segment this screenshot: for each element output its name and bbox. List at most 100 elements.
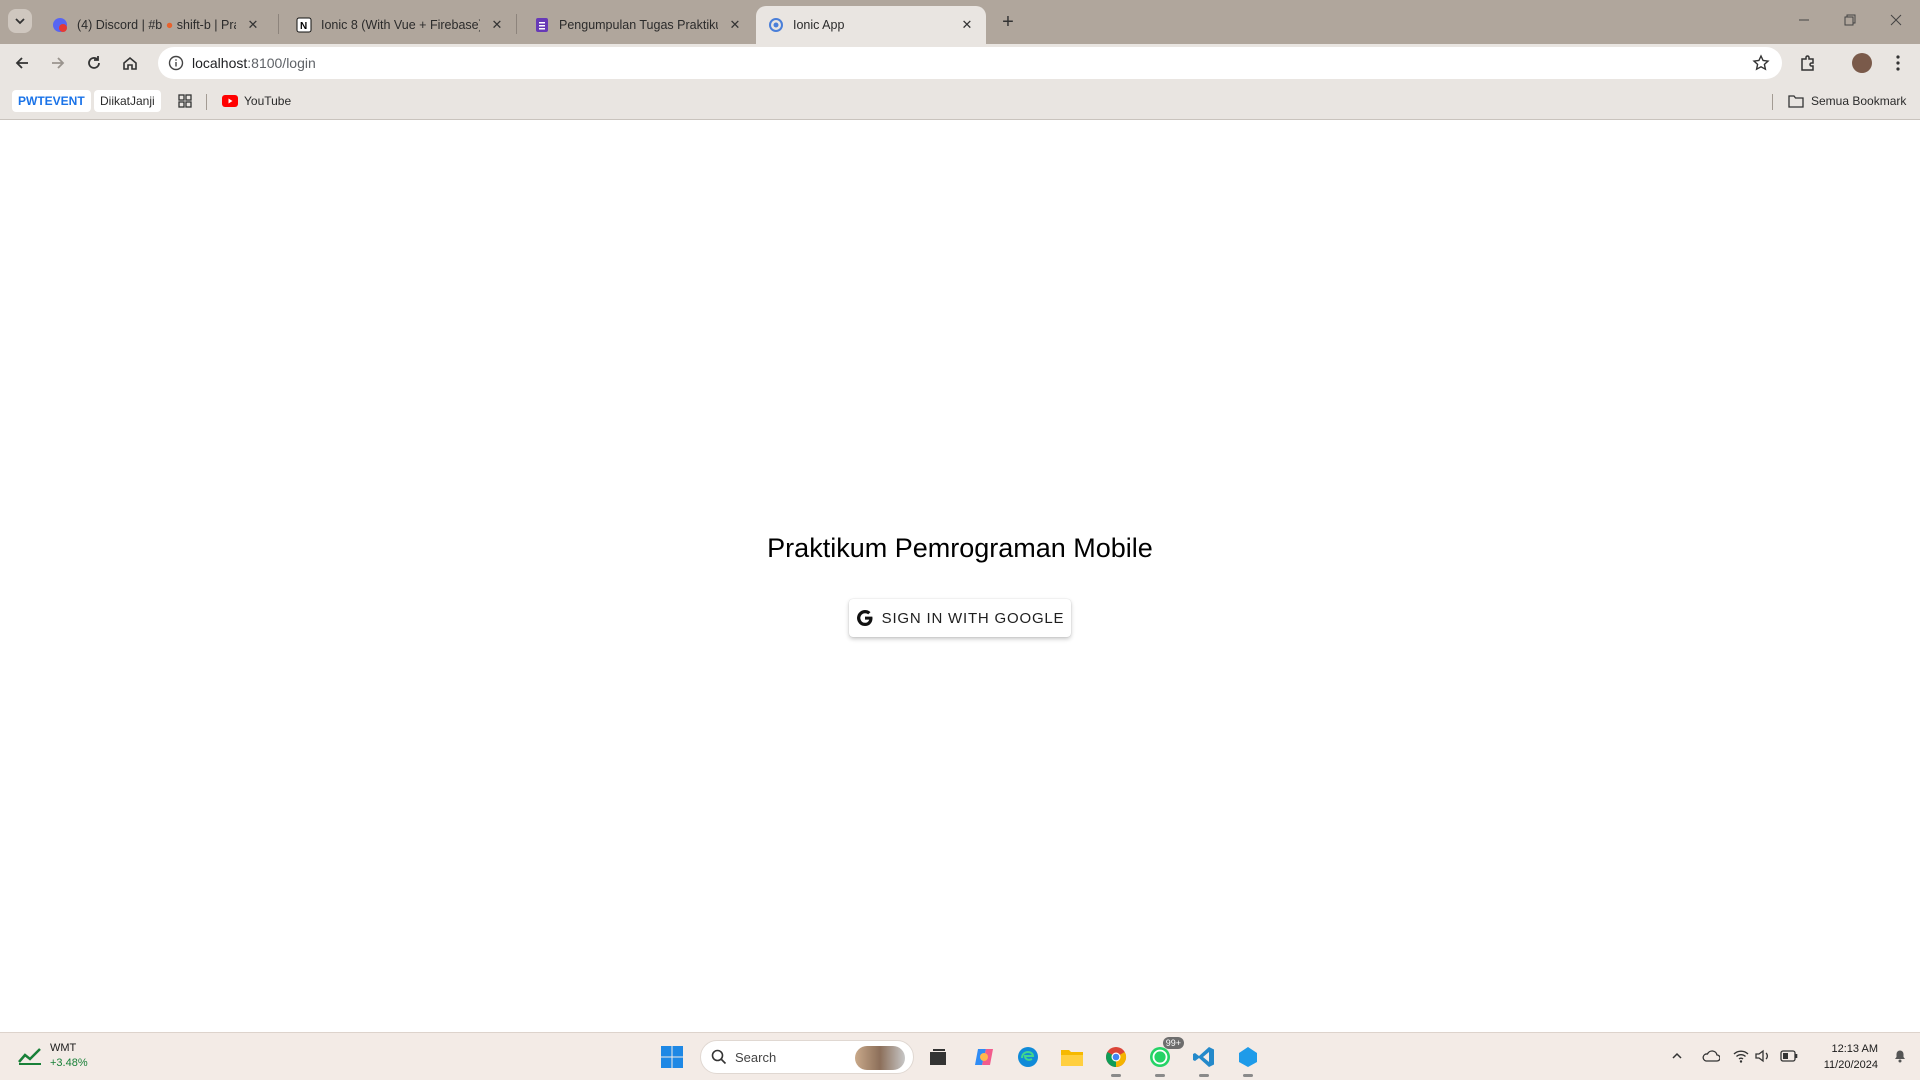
- sign-in-google-button[interactable]: SIGN IN WITH GOOGLE: [849, 599, 1071, 637]
- tab-title: Pengumpulan Tugas Praktikum: [559, 18, 718, 32]
- windows-taskbar: WMT +3.48% Search 99+ 12:13 AM 11/20/202…: [0, 1032, 1920, 1080]
- whatsapp-button[interactable]: 99+: [1146, 1037, 1184, 1077]
- tab-pengumpulan[interactable]: Pengumpulan Tugas Praktikum ✕: [522, 6, 754, 44]
- bookmark-star-icon[interactable]: [1752, 54, 1770, 72]
- task-view-icon: [930, 1049, 946, 1065]
- app-icon: [1239, 1047, 1257, 1067]
- copilot-icon: [975, 1049, 993, 1065]
- wifi-button[interactable]: [1732, 1047, 1750, 1065]
- new-tab-button[interactable]: +: [996, 10, 1020, 34]
- search-placeholder: Search: [735, 1050, 777, 1065]
- address-bar[interactable]: localhost:8100/login: [158, 47, 1782, 79]
- restore-button[interactable]: [1836, 8, 1864, 32]
- all-bookmarks-button[interactable]: Semua Bookmark: [1782, 90, 1912, 112]
- back-button[interactable]: [10, 51, 34, 75]
- apps-button[interactable]: [172, 90, 198, 112]
- tab-ionic-app[interactable]: Ionic App ✕: [756, 6, 986, 44]
- running-indicator: [1199, 1074, 1209, 1077]
- forms-icon: [534, 17, 550, 33]
- tab-title-extra: shift-b | Prakt: [176, 18, 236, 32]
- tab-discord[interactable]: (4) Discord | #b ● shift-b | Prakt ✕: [40, 6, 272, 44]
- puzzle-icon: [1801, 55, 1814, 71]
- tab-search-button[interactable]: [8, 9, 32, 33]
- bookmark-divider: [1772, 94, 1773, 110]
- tab-divider: [278, 14, 279, 34]
- battery-icon: [1780, 1050, 1798, 1062]
- file-explorer-button[interactable]: [1058, 1043, 1086, 1071]
- address-path: :8100/login: [247, 55, 316, 71]
- tab-divider: [516, 14, 517, 34]
- start-button[interactable]: [658, 1043, 686, 1071]
- minimize-button[interactable]: [1790, 8, 1818, 32]
- notification-badge: 99+: [1162, 1037, 1184, 1049]
- close-tab-icon[interactable]: ✕: [958, 16, 976, 34]
- arrow-left-icon: [15, 57, 28, 69]
- address-host: localhost: [192, 55, 248, 71]
- copilot-button[interactable]: [970, 1043, 998, 1071]
- edge-button[interactable]: [1014, 1043, 1042, 1071]
- reload-icon: [88, 56, 100, 69]
- clock-time: 12:13 AM: [1831, 1043, 1878, 1055]
- clock[interactable]: 12:13 AM 11/20/2024: [1824, 1041, 1878, 1073]
- close-window-button[interactable]: [1882, 8, 1910, 32]
- vscode-button[interactable]: [1190, 1043, 1218, 1077]
- tab-ionic-notion[interactable]: N Ionic 8 (With Vue + Firebase) Ba ✕: [284, 6, 516, 44]
- bookmarks-bar: PWTEVENT DiikatJanji YouTube Semua Bookm…: [0, 82, 1920, 120]
- browser-menu-button[interactable]: [1886, 51, 1910, 75]
- bookmark-youtube[interactable]: YouTube: [216, 90, 297, 112]
- show-hidden-icons-button[interactable]: [1668, 1047, 1686, 1065]
- profile-button[interactable]: [1850, 51, 1874, 75]
- edge-icon: [1018, 1047, 1038, 1067]
- forward-button[interactable]: [46, 51, 70, 75]
- task-view-button[interactable]: [924, 1043, 952, 1071]
- close-tab-icon[interactable]: ✕: [726, 16, 744, 34]
- tab-title: (4) Discord | #b: [77, 18, 163, 32]
- vscode-icon: [1193, 1047, 1214, 1067]
- battery-button[interactable]: [1780, 1047, 1798, 1065]
- running-indicator: [1111, 1074, 1121, 1077]
- bookmark-diikatjanji[interactable]: DiikatJanji: [94, 90, 161, 112]
- stock-widget[interactable]: WMT +3.48%: [18, 1041, 88, 1071]
- reload-button[interactable]: [82, 51, 106, 75]
- notifications-button[interactable]: [1892, 1047, 1908, 1068]
- search-icon: [711, 1049, 727, 1065]
- close-tab-icon[interactable]: ✕: [488, 16, 506, 34]
- chevron-up-icon: [1672, 1052, 1682, 1059]
- cloud-icon: [1702, 1050, 1720, 1062]
- bookmark-pwtevent[interactable]: PWTEVENT: [12, 90, 91, 112]
- browser-toolbar: localhost:8100/login: [0, 44, 1920, 82]
- page-title: Praktikum Pemrograman Mobile: [767, 533, 1153, 563]
- onedrive-button[interactable]: [1702, 1047, 1720, 1065]
- minimize-icon: [1799, 19, 1809, 21]
- home-button[interactable]: [118, 51, 142, 75]
- wifi-icon: [1733, 1050, 1749, 1063]
- folder-icon: [1061, 1050, 1083, 1066]
- windows-logo-icon: [661, 1046, 683, 1068]
- globe-icon: [768, 17, 784, 33]
- chrome-button[interactable]: [1102, 1043, 1130, 1077]
- clock-date: 11/20/2024: [1823, 1059, 1878, 1071]
- bell-icon: [1895, 1050, 1905, 1063]
- app-button[interactable]: [1234, 1043, 1262, 1077]
- search-highlight-image: [855, 1046, 905, 1070]
- running-indicator: [1243, 1074, 1253, 1077]
- volume-button[interactable]: [1754, 1047, 1772, 1065]
- avatar: [1852, 53, 1872, 73]
- apps-grid-icon: [178, 94, 192, 108]
- youtube-icon: [222, 95, 238, 107]
- page-content: Praktikum Pemrograman Mobile SIGN IN WIT…: [0, 121, 1920, 1032]
- extensions-button[interactable]: [1796, 51, 1820, 75]
- more-vert-icon: [1896, 55, 1900, 71]
- address-url: localhost:8100/login: [192, 55, 316, 71]
- site-info-icon[interactable]: [168, 55, 184, 71]
- svg-text:N: N: [300, 21, 307, 32]
- stock-change: +3.48%: [50, 1057, 88, 1069]
- bookmark-label: YouTube: [244, 94, 292, 108]
- running-indicator: [1155, 1074, 1165, 1077]
- taskbar-search[interactable]: Search: [700, 1040, 914, 1074]
- unread-dot-icon: ●: [165, 18, 174, 32]
- close-tab-icon[interactable]: ✕: [244, 16, 262, 34]
- bookmark-divider: [206, 94, 207, 110]
- tab-title: Ionic App: [793, 18, 845, 32]
- tab-strip: (4) Discord | #b ● shift-b | Prakt ✕ N I…: [0, 0, 1920, 44]
